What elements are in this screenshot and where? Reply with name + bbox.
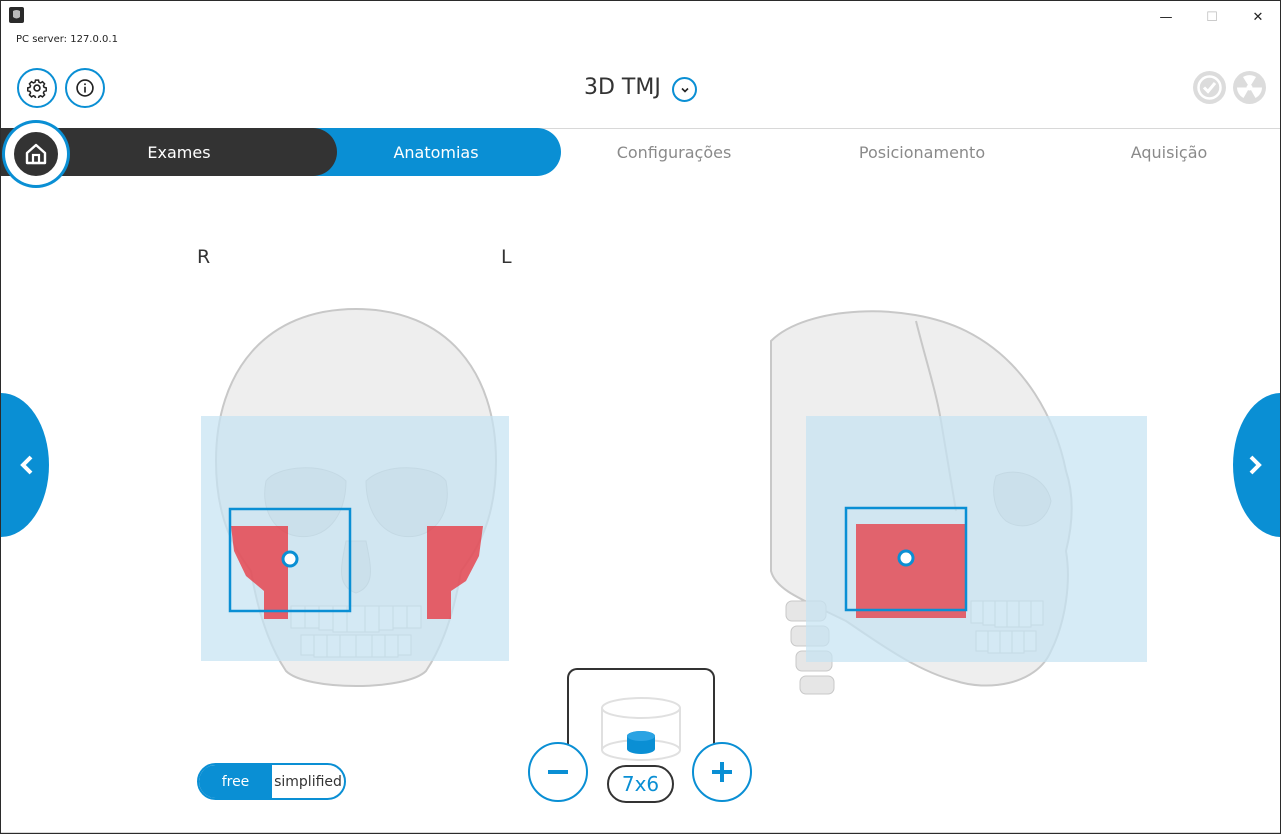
maximize-button[interactable]: ☐ [1189,5,1235,29]
fov-center-handle[interactable] [281,550,299,568]
tmj-lateral-region [856,524,966,618]
close-button[interactable]: ✕ [1235,5,1280,29]
chevron-right-icon [1249,455,1262,475]
mode-dropdown-button[interactable] [672,77,697,102]
frontal-skull-view[interactable] [196,301,516,701]
app-logo-icon [9,7,24,23]
plus-icon [712,762,732,782]
home-button[interactable] [5,123,67,185]
mode-title: 3D TMJ [584,75,661,100]
workflow-steps: Exames Anatomias Configurações Posiciona… [1,128,1280,176]
info-button[interactable] [65,68,105,108]
left-side-label: L [501,246,512,268]
toggle-free-option[interactable]: free [199,765,272,798]
app-window: — ☐ ✕ PC server: 127.0.0.1 3D TMJ Exames… [0,0,1281,834]
title-bar: — ☐ ✕ [1,1,1280,33]
next-button[interactable] [1233,393,1280,537]
step-aquisicao[interactable]: Aquisição [1056,128,1280,176]
lateral-skull-view[interactable] [766,301,1156,701]
fov-cylinder-icon [601,697,681,761]
home-icon [25,143,47,165]
bottom-divider [1,832,1280,833]
minimize-button[interactable]: — [1143,5,1189,29]
fov-decrease-button[interactable] [528,742,588,802]
chevron-left-icon [20,455,33,475]
gear-icon [27,79,47,98]
server-info: PC server: 127.0.0.1 [16,34,118,45]
step-posicionamento[interactable]: Posicionamento [809,128,1035,176]
toggle-simplified-option[interactable]: simplified [272,765,344,798]
fov-increase-button[interactable] [692,742,752,802]
right-side-label: R [197,246,211,268]
radiation-icon [1233,71,1266,104]
step-configuracoes[interactable]: Configurações [561,128,787,176]
fov-center-handle-lateral[interactable] [897,549,915,567]
previous-button[interactable] [1,393,49,537]
chevron-down-icon [680,87,689,93]
fov-size-display: 7x6 [607,765,674,803]
ready-status-icon [1193,71,1226,104]
settings-button[interactable] [17,68,57,108]
info-icon [76,79,94,97]
minus-icon [548,770,568,774]
view-mode-toggle: free simplified [197,763,346,800]
